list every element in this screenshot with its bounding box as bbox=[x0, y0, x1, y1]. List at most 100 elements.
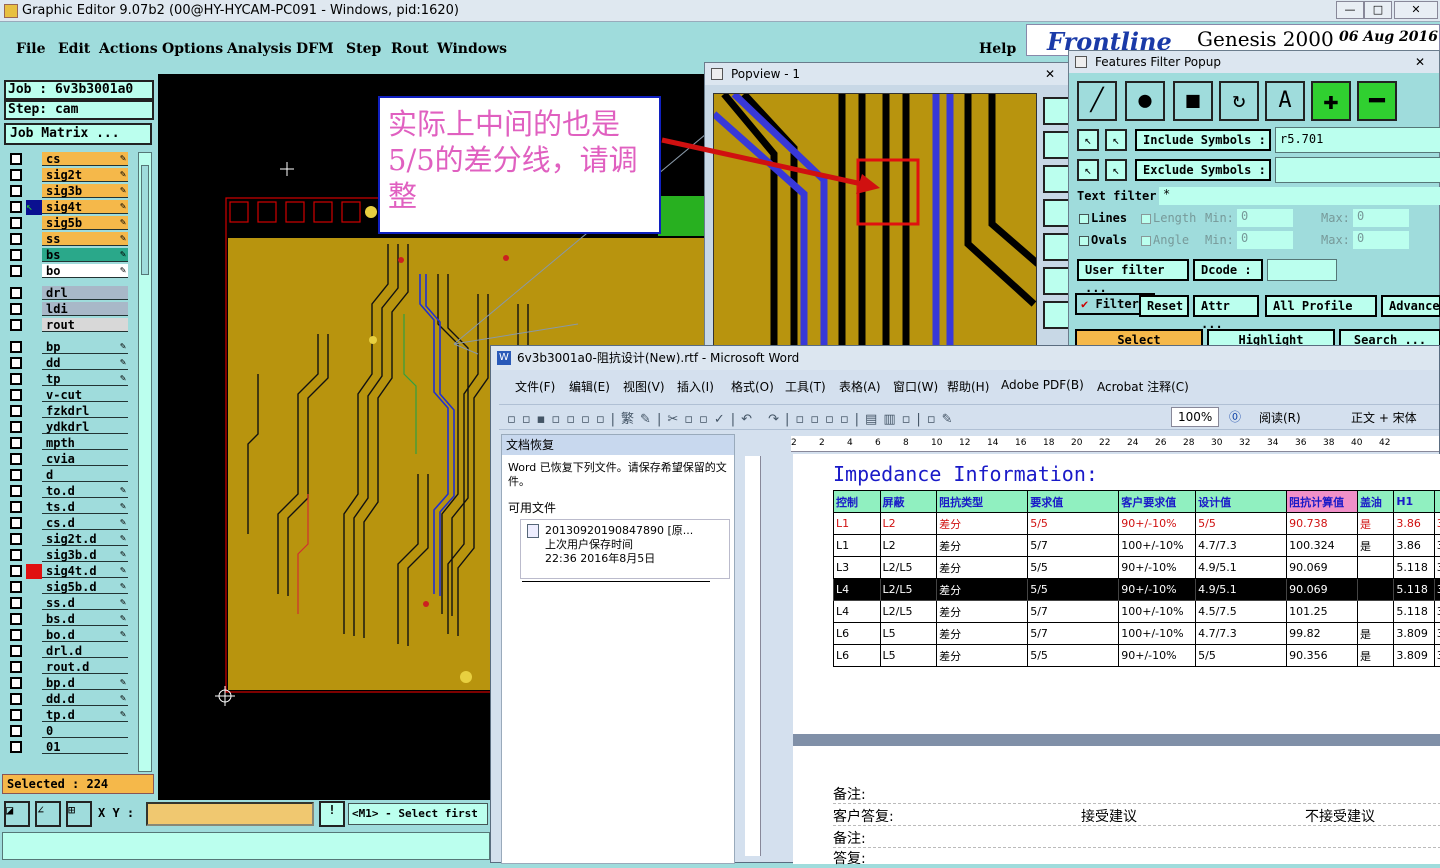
layer-display-checkbox[interactable] bbox=[10, 421, 22, 433]
layer-display-checkbox[interactable] bbox=[10, 217, 22, 229]
table-row[interactable]: L6L5差分5/7100+/-10%4.7/7.399.82是3.8093 bbox=[834, 623, 1440, 645]
layer-name[interactable]: rout.d bbox=[42, 660, 128, 674]
layer-display-checkbox[interactable] bbox=[10, 645, 22, 657]
surface-shape-icon[interactable]: ■ bbox=[1173, 81, 1213, 121]
table-row[interactable]: L1L2差分5/590+/-10%5/590.738是3.863 bbox=[834, 513, 1440, 535]
layer-row-to-d[interactable]: to.d✎ bbox=[6, 484, 154, 499]
layer-affected-slot[interactable] bbox=[26, 264, 42, 279]
layer-row-bs-d[interactable]: bs.d✎ bbox=[6, 612, 154, 627]
exclude-symbols-field[interactable] bbox=[1275, 157, 1440, 183]
pan-up-icon[interactable] bbox=[1043, 131, 1071, 159]
layer-name[interactable]: sig2t.d✎ bbox=[42, 532, 128, 546]
table-row[interactable]: L1L2差分5/7100+/-10%4.7/7.3100.324是3.863 bbox=[834, 535, 1440, 557]
layer-affected-slot[interactable] bbox=[26, 388, 42, 403]
layer-row-0[interactable]: 0 bbox=[6, 724, 154, 739]
layer-name[interactable]: cs✎ bbox=[42, 152, 128, 166]
layer-row-rout[interactable]: rout bbox=[6, 318, 154, 333]
close-button[interactable]: ✕ bbox=[1394, 1, 1438, 19]
word-menu-item[interactable]: 表格(A) bbox=[839, 378, 881, 395]
layer-name[interactable]: 0 bbox=[42, 724, 128, 738]
layer-affected-slot[interactable] bbox=[26, 500, 42, 515]
layer-row-cs[interactable]: cs✎ bbox=[6, 152, 154, 167]
layer-name[interactable]: drl bbox=[42, 286, 128, 300]
include-symbols-button[interactable]: Include Symbols : bbox=[1135, 129, 1271, 151]
layer-name[interactable]: bo.d✎ bbox=[42, 628, 128, 642]
layer-name[interactable]: sig3b✎ bbox=[42, 184, 128, 198]
layer-display-checkbox[interactable] bbox=[10, 629, 22, 641]
exclude-symbols-button[interactable]: Exclude Symbols : bbox=[1135, 159, 1271, 181]
layer-affected-slot[interactable] bbox=[26, 468, 42, 483]
table-row[interactable]: L4L2/L5差分5/590+/-10%4.9/5.190.0695.1183 bbox=[834, 579, 1440, 601]
layer-row-ss[interactable]: ss✎ bbox=[6, 232, 154, 247]
layer-name[interactable]: bp.d✎ bbox=[42, 676, 128, 690]
layer-row-bo[interactable]: bo✎ bbox=[6, 264, 154, 279]
reject-option[interactable]: 不接受建议 bbox=[1305, 806, 1375, 826]
layer-row-mpth[interactable]: mpth bbox=[6, 436, 154, 451]
layer-display-checkbox[interactable] bbox=[10, 341, 22, 353]
angle-max-field[interactable]: 0 bbox=[1353, 231, 1409, 249]
layer-row-ydkdrl[interactable]: ydkdrl bbox=[6, 420, 154, 435]
table-row[interactable]: L3L2/L5差分5/590+/-10%4.9/5.190.0695.1183 bbox=[834, 557, 1440, 579]
layer-display-checkbox[interactable] bbox=[10, 357, 22, 369]
layer-affected-slot[interactable] bbox=[26, 452, 42, 467]
layer-work-icon[interactable]: ↖ bbox=[26, 200, 42, 215]
layer-row-sig4t-d[interactable]: sig4t.d✎ bbox=[6, 564, 154, 579]
pan-right-icon[interactable] bbox=[1043, 233, 1071, 261]
text-filter-field[interactable]: * bbox=[1159, 187, 1440, 205]
layer-row-sig2t-d[interactable]: sig2t.d✎ bbox=[6, 532, 154, 547]
popview-close-button[interactable]: ✕ bbox=[1045, 63, 1055, 85]
layer-display-checkbox[interactable] bbox=[10, 437, 22, 449]
layer-row-tp[interactable]: tp✎ bbox=[6, 372, 154, 387]
word-menu-item[interactable]: 工具(T) bbox=[785, 378, 826, 395]
word-menu-item[interactable]: 窗口(W) bbox=[893, 378, 938, 395]
layer-name[interactable]: sig4t✎ bbox=[42, 200, 128, 214]
layer-affected-slot[interactable] bbox=[26, 340, 42, 355]
word-menu-item[interactable]: Adobe PDF(B) bbox=[1001, 378, 1084, 392]
word-menu-item[interactable]: 帮助(H) bbox=[947, 378, 989, 395]
layer-name[interactable]: mpth bbox=[42, 436, 128, 450]
layer-row-bp[interactable]: bp✎ bbox=[6, 340, 154, 355]
layer-row-dd-d[interactable]: dd.d✎ bbox=[6, 692, 154, 707]
ffp-close-button[interactable]: ✕ bbox=[1415, 51, 1425, 73]
layer-affected-slot[interactable] bbox=[26, 318, 42, 333]
menu-step[interactable]: Step bbox=[346, 41, 381, 57]
word-menu-item[interactable]: 编辑(E) bbox=[569, 378, 610, 395]
layer-affected-slot[interactable] bbox=[26, 628, 42, 643]
command-line[interactable] bbox=[2, 832, 490, 860]
include-symbols-field[interactable]: r5.701 bbox=[1275, 127, 1440, 153]
exclude-arrow-icon[interactable]: ↖ bbox=[1077, 159, 1099, 181]
layer-display-checkbox[interactable] bbox=[10, 741, 22, 753]
layer-marker-icon[interactable] bbox=[26, 564, 42, 579]
word-menu-item[interactable]: 视图(V) bbox=[623, 378, 665, 395]
layer-affected-slot[interactable] bbox=[26, 372, 42, 387]
layer-display-checkbox[interactable] bbox=[10, 153, 22, 165]
help-icon[interactable]: ⓪ bbox=[1229, 408, 1241, 425]
layer-name[interactable]: bs✎ bbox=[42, 248, 128, 262]
layer-row-cs-d[interactable]: cs.d✎ bbox=[6, 516, 154, 531]
table-row[interactable]: L6L5差分5/590+/-10%5/590.356是3.8093 bbox=[834, 645, 1440, 667]
layer-name[interactable]: tp.d✎ bbox=[42, 708, 128, 722]
layer-row-sig3b[interactable]: sig3b✎ bbox=[6, 184, 154, 199]
ovals-checkbox[interactable] bbox=[1079, 236, 1089, 246]
line-shape-icon[interactable]: ╱ bbox=[1077, 81, 1117, 121]
attr-button[interactable]: Attr ... bbox=[1193, 295, 1259, 317]
layer-row-sig5b-d[interactable]: sig5b.d✎ bbox=[6, 580, 154, 595]
user-filter-button[interactable]: User filter ... bbox=[1077, 259, 1189, 281]
measure-icon[interactable]: ◪ bbox=[4, 801, 30, 827]
layer-display-checkbox[interactable] bbox=[10, 565, 22, 577]
layer-name[interactable]: dd.d✎ bbox=[42, 692, 128, 706]
layer-name[interactable]: sig5b.d✎ bbox=[42, 580, 128, 594]
layer-affected-slot[interactable] bbox=[26, 404, 42, 419]
layer-row-sig5b[interactable]: sig5b✎ bbox=[6, 216, 154, 231]
layer-display-checkbox[interactable] bbox=[10, 725, 22, 737]
include-arrow-icon[interactable]: ↖ bbox=[1077, 129, 1099, 151]
layer-row-fzkdrl[interactable]: fzkdrl bbox=[6, 404, 154, 419]
text-shape-icon[interactable]: A bbox=[1265, 81, 1305, 121]
layer-name[interactable]: 01 bbox=[42, 740, 128, 754]
angle-checkbox[interactable] bbox=[1141, 236, 1151, 246]
layer-name[interactable]: sig4t.d✎ bbox=[42, 564, 128, 578]
word-menu-item[interactable]: 文件(F) bbox=[515, 378, 555, 395]
layer-display-checkbox[interactable] bbox=[10, 709, 22, 721]
layer-display-checkbox[interactable] bbox=[10, 405, 22, 417]
word-menu-item[interactable]: Acrobat 注释(C) bbox=[1097, 378, 1189, 395]
